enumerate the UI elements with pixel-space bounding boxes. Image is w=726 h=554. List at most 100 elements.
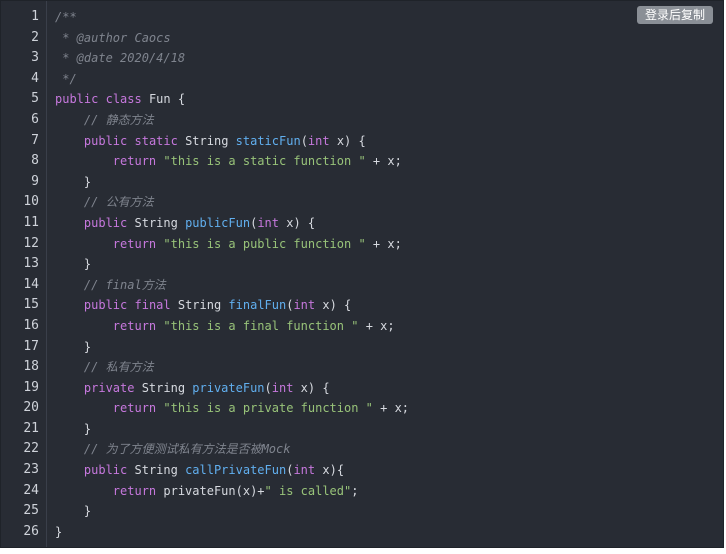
code-token-plain: } (55, 524, 63, 539)
code-line: 8 return "this is a static function " + … (1, 151, 723, 172)
line-number: 1 (31, 9, 39, 24)
line-number: 21 (23, 420, 39, 436)
code-text: public final String finalFun(int x) { (55, 295, 351, 316)
code-text: // 为了方便测试私有方法是否被Mock (55, 439, 291, 460)
code-token-func: staticFun (235, 133, 301, 148)
line-number: 23 (23, 462, 39, 478)
code-line: 6 // 静态方法 (1, 110, 723, 131)
code-line: 12 return "this is a public function " +… (1, 234, 723, 255)
code-token-keyword: public (55, 92, 99, 107)
code-token-keyword: public (83, 298, 128, 313)
code-token-plain: ; (351, 483, 359, 498)
line-number: 24 (23, 482, 39, 498)
code-token-string: "this is a final function " (163, 318, 359, 333)
code-text: } (55, 522, 62, 543)
code-token-keyword: static (134, 133, 178, 148)
code-line: 24 return privateFun(x)+" is called"; (1, 481, 723, 502)
code-line: 7 public static String staticFun(int x) … (1, 131, 723, 152)
code-line: 13 } (1, 254, 723, 275)
code-text: return "this is a static function " + x; (55, 151, 402, 172)
line-number: 5 (31, 91, 39, 107)
code-token-plain: String (170, 298, 229, 313)
code-token-comment: // 为了方便测试私有方法是否被Mock (83, 442, 291, 457)
code-token-plain: } (55, 257, 92, 272)
code-line: 17 } (1, 337, 723, 358)
code-text: public static String staticFun(int x) { (55, 131, 366, 152)
code-token-plain: x) { (293, 380, 330, 395)
code-token-keyword: return (112, 154, 157, 169)
line-number: 22 (23, 441, 39, 457)
code-token-keyword: int (257, 215, 280, 230)
code-text: public String publicFun(int x) { (55, 213, 315, 234)
code-line: 20 return "this is a private function " … (1, 398, 723, 419)
code-token-comment: // 公有方法 (83, 195, 154, 210)
code-line: 14 // final方法 (1, 275, 723, 296)
line-number: 10 (23, 194, 39, 210)
line-number: 15 (23, 297, 39, 313)
line-number: 17 (23, 338, 39, 354)
line-number: 11 (23, 214, 39, 230)
code-token-func: callPrivateFun (185, 463, 287, 478)
code-line: 19 private String privateFun(int x) { (1, 378, 723, 399)
line-number: 18 (23, 359, 39, 375)
line-number: 4 (31, 70, 39, 86)
code-line: 9 } (1, 172, 723, 193)
code-token-func: finalFun (228, 298, 287, 313)
copy-after-login-button[interactable]: 登录后复制 (636, 6, 713, 24)
line-number: 7 (31, 132, 39, 148)
code-line: 15 public final String finalFun(int x) { (1, 295, 723, 316)
line-number: 14 (23, 276, 39, 292)
code-line: 25 } (1, 501, 723, 522)
code-text: return "this is a final function " + x; (55, 316, 395, 337)
code-token-keyword: public (83, 463, 128, 478)
code-token-plain: ( (264, 380, 272, 395)
code-token-keyword: return (112, 401, 157, 416)
line-number: 20 (23, 400, 39, 416)
code-token-plain: } (55, 421, 92, 436)
code-token-keyword: return (112, 483, 157, 498)
code-text: return privateFun(x)+" is called"; (55, 481, 359, 502)
code-token-func: privateFun (192, 380, 265, 395)
code-token-plain: } (55, 339, 92, 354)
code-token-plain: x) { (315, 298, 352, 313)
code-line: 4 */ (1, 69, 723, 90)
code-text: /** (55, 7, 77, 28)
code-line: 11 public String publicFun(int x) { (1, 213, 723, 234)
code-line: 2 * @author Caocs (1, 28, 723, 49)
code-token-plain: ( (300, 133, 308, 148)
code-token-keyword: return (112, 318, 157, 333)
code-token-plain: Fun { (141, 92, 186, 107)
code-token-keyword: final (134, 298, 171, 313)
code-token-comment: */ (55, 71, 77, 86)
code-line: 16 return "this is a final function " + … (1, 316, 723, 337)
code-token-string: "this is a static function " (163, 154, 366, 169)
line-number: 6 (31, 111, 39, 127)
code-text: } (55, 337, 91, 358)
code-line: 22 // 为了方便测试私有方法是否被Mock (1, 439, 723, 460)
code-text: private String privateFun(int x) { (55, 378, 330, 399)
code-text: // 静态方法 (55, 110, 154, 131)
code-token-keyword: class (105, 92, 142, 107)
code-token-comment: * @date 2020/4/18 (55, 51, 186, 66)
code-line: 10 // 公有方法 (1, 192, 723, 213)
line-number: 9 (31, 173, 39, 189)
code-token-plain: privateFun(x)+ (156, 483, 265, 498)
code-token-keyword: int (271, 380, 294, 395)
code-text: return "this is a private function " + x… (55, 398, 409, 419)
code-text: // 公有方法 (55, 192, 154, 213)
